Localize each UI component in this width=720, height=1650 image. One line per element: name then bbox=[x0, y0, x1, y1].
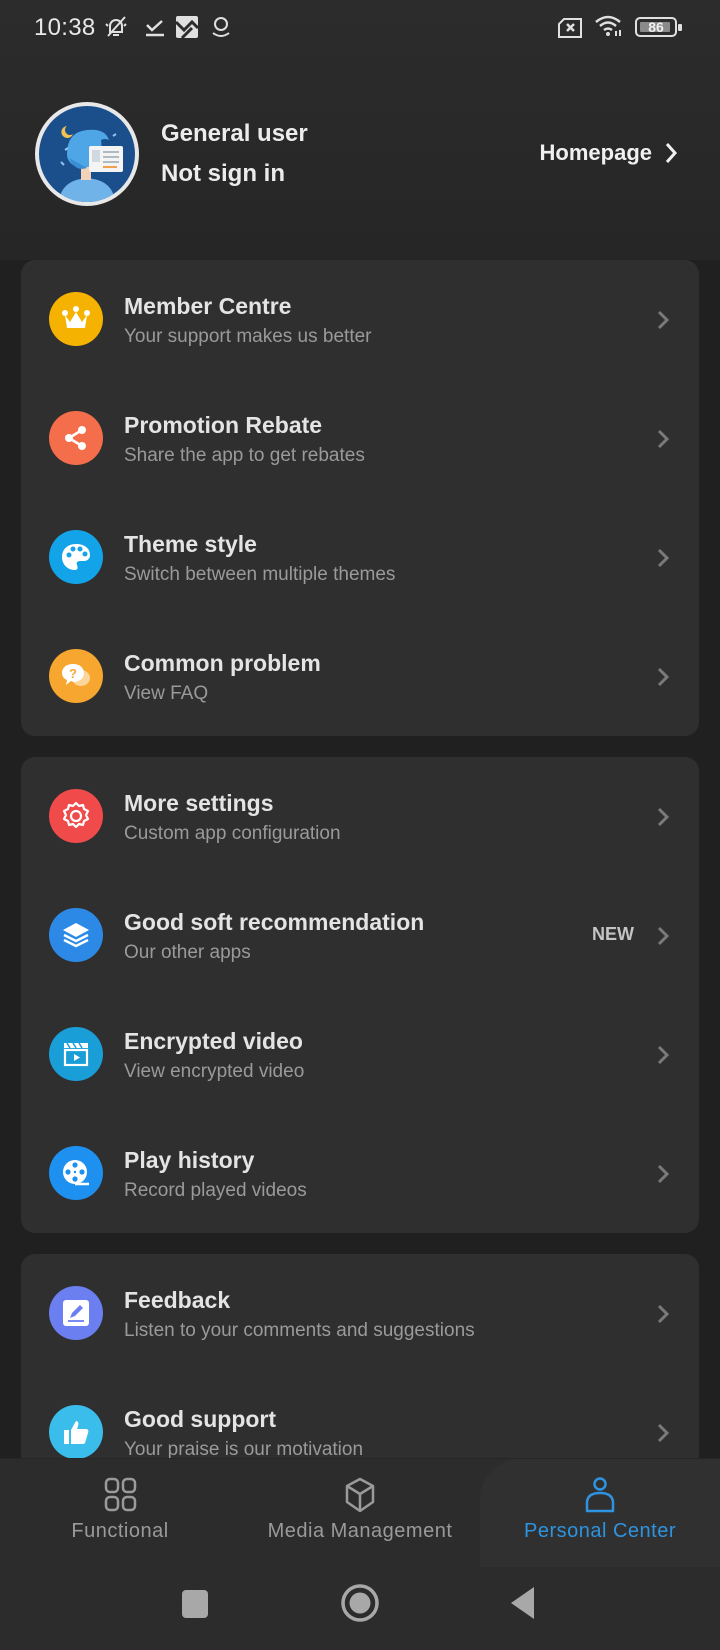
menu-item-play-history[interactable]: Play history Record played videos bbox=[21, 1114, 699, 1233]
item-subtitle: Share the app to get rebates bbox=[124, 445, 365, 466]
faq-icon: ? bbox=[49, 649, 103, 703]
item-subtitle: View encrypted video bbox=[124, 1061, 305, 1082]
menu-card-1: Member Centre Your support makes us bett… bbox=[21, 260, 699, 736]
bottom-navigation: Functional Media Management Personal Cen… bbox=[0, 1458, 720, 1650]
item-title: Play history bbox=[124, 1147, 255, 1173]
homepage-label: Homepage bbox=[539, 140, 652, 165]
palette-icon bbox=[49, 530, 103, 584]
menu-item-common-problem[interactable]: ? Common problem View FAQ bbox=[21, 617, 699, 736]
location-icon bbox=[212, 17, 230, 37]
grid-icon bbox=[104, 1477, 137, 1512]
film-reel-icon bbox=[49, 1146, 103, 1200]
menu-item-good-soft-recommendation[interactable]: Good soft recommendation Our other apps … bbox=[21, 876, 699, 995]
thumbs-up-icon bbox=[49, 1405, 103, 1459]
user-illustration-icon bbox=[59, 126, 123, 202]
item-title: Encrypted video bbox=[124, 1028, 303, 1054]
item-subtitle: Your support makes us better bbox=[124, 326, 372, 347]
chevron-right-icon bbox=[657, 926, 670, 946]
menu-item-theme-style[interactable]: Theme style Switch between multiple them… bbox=[21, 498, 699, 617]
crown-icon bbox=[49, 292, 103, 346]
item-title: Feedback bbox=[124, 1287, 231, 1313]
avatar[interactable] bbox=[35, 102, 139, 206]
menu-card-2: More settings Custom app configuration G… bbox=[21, 757, 699, 1233]
profile-name: General user bbox=[161, 120, 308, 147]
sign-in-status[interactable]: Not sign in bbox=[161, 160, 285, 188]
back-button[interactable] bbox=[503, 1581, 547, 1625]
battery-icon: 86 bbox=[635, 17, 682, 37]
sim-error-icon bbox=[558, 18, 582, 38]
item-title: Common problem bbox=[124, 650, 321, 676]
menu-item-member-centre[interactable]: Member Centre Your support makes us bett… bbox=[21, 260, 699, 379]
chevron-right-icon bbox=[657, 1423, 670, 1443]
item-title: Member Centre bbox=[124, 293, 292, 319]
wifi-icon bbox=[595, 15, 621, 36]
tab-label: Functional bbox=[71, 1520, 169, 1542]
svg-text:?: ? bbox=[69, 666, 77, 681]
item-title: Good support bbox=[124, 1406, 277, 1432]
chevron-right-icon bbox=[657, 1304, 670, 1324]
item-title: Theme style bbox=[124, 531, 257, 557]
share-icon bbox=[49, 411, 103, 465]
chevron-right-icon bbox=[657, 807, 670, 827]
new-badge: NEW bbox=[592, 924, 634, 944]
chevron-right-icon bbox=[657, 1164, 670, 1184]
tab-label: Personal Center bbox=[523, 1520, 677, 1542]
person-icon bbox=[585, 1477, 615, 1513]
chevron-right-icon bbox=[665, 143, 678, 163]
menu-item-encrypted-video[interactable]: Encrypted video View encrypted video bbox=[21, 995, 699, 1114]
item-subtitle: Listen to your comments and suggestions bbox=[124, 1320, 475, 1341]
item-title: Promotion Rebate bbox=[124, 412, 323, 438]
homepage-link[interactable]: Homepage bbox=[540, 140, 678, 166]
edit-icon bbox=[49, 1286, 103, 1340]
tab-personal-center[interactable]: Personal Center bbox=[480, 1459, 720, 1567]
item-subtitle: Our other apps bbox=[124, 942, 251, 963]
status-bar: 10:38 86 bbox=[0, 0, 720, 54]
chevron-right-icon bbox=[657, 310, 670, 330]
chevron-right-icon bbox=[657, 1045, 670, 1065]
item-subtitle: Custom app configuration bbox=[124, 823, 341, 844]
layers-icon bbox=[49, 908, 103, 962]
item-subtitle: Switch between multiple themes bbox=[124, 564, 396, 585]
tab-functional[interactable]: Functional bbox=[0, 1459, 240, 1567]
item-subtitle: Record played videos bbox=[124, 1180, 307, 1201]
clapper-icon bbox=[49, 1027, 103, 1081]
photo-download-icon bbox=[174, 16, 200, 40]
menu-item-more-settings[interactable]: More settings Custom app configuration bbox=[21, 757, 699, 876]
item-title: More settings bbox=[124, 790, 274, 816]
status-time: 10:38 bbox=[34, 14, 96, 41]
tab-media-management[interactable]: Media Management bbox=[240, 1459, 480, 1567]
item-subtitle: View FAQ bbox=[124, 683, 209, 704]
home-button[interactable] bbox=[338, 1581, 382, 1625]
chevron-right-icon bbox=[657, 548, 670, 568]
bell-off-icon bbox=[105, 16, 127, 37]
recents-button[interactable] bbox=[173, 1581, 217, 1625]
battery-level: 86 bbox=[648, 19, 664, 35]
gear-icon bbox=[49, 789, 103, 843]
chevron-right-icon bbox=[657, 429, 670, 449]
menu-item-promotion-rebate[interactable]: Promotion Rebate Share the app to get re… bbox=[21, 379, 699, 498]
tab-label: Media Management bbox=[267, 1520, 453, 1542]
cube-icon bbox=[345, 1477, 375, 1513]
menu-item-feedback[interactable]: Feedback Listen to your comments and sug… bbox=[21, 1254, 699, 1373]
chevron-right-icon bbox=[657, 667, 670, 687]
item-title: Good soft recommendation bbox=[124, 909, 425, 935]
download-done-icon bbox=[146, 20, 164, 37]
